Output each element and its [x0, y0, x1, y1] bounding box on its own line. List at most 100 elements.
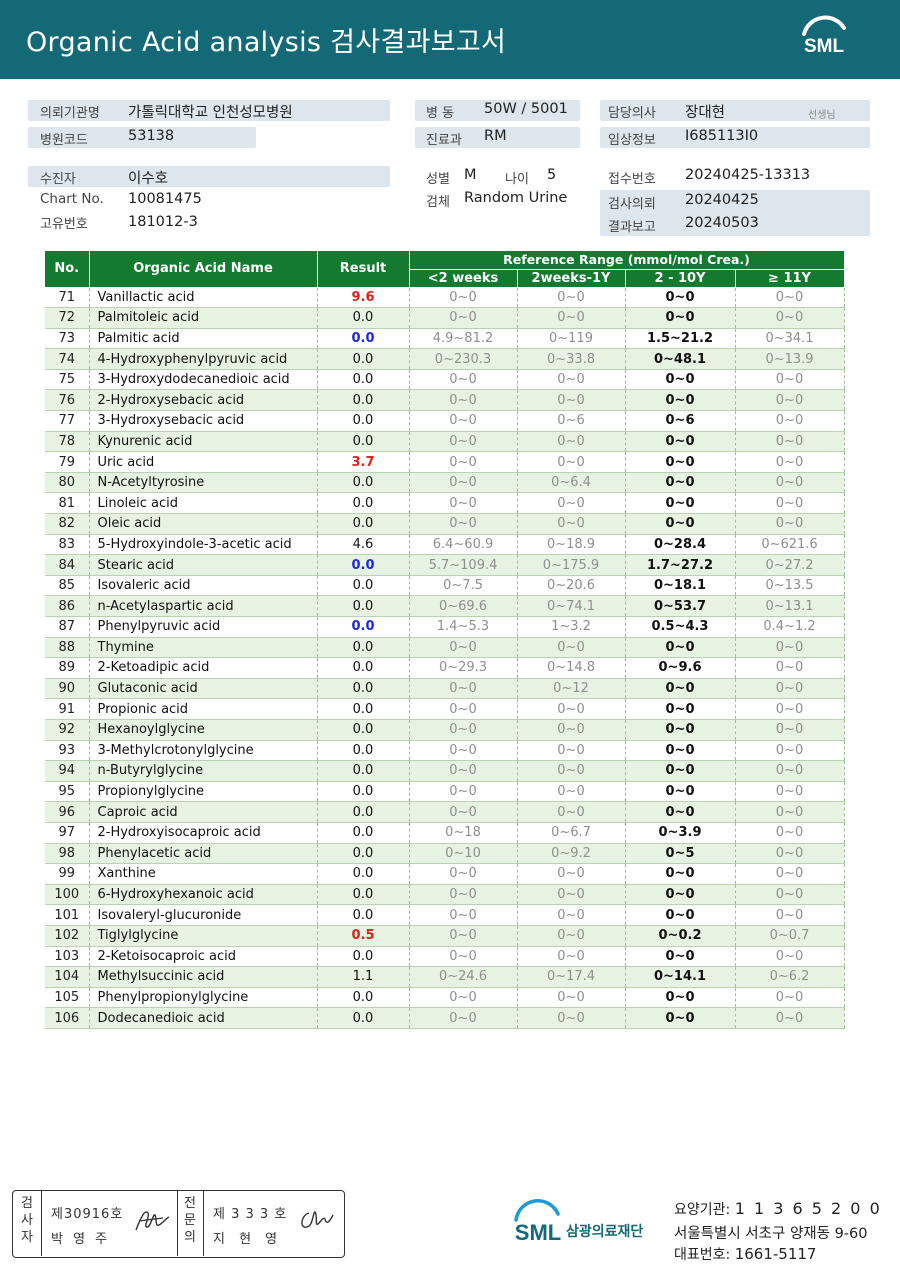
cell-result: 0.0: [317, 554, 410, 576]
cell-range-3: 0~0: [625, 451, 736, 473]
cell-name: Linoleic acid: [89, 492, 318, 515]
cell-range-4: 0~0: [735, 657, 845, 679]
cell-no: 75: [45, 369, 90, 391]
cell-result: 0.0: [317, 801, 410, 823]
cell-range-4: 0~0: [735, 843, 845, 865]
cell-range-3: 0~28.4: [625, 534, 736, 556]
cell-result: 0.0: [317, 369, 410, 391]
cell-no: 103: [45, 946, 90, 968]
cell-range-3: 0~0: [625, 472, 736, 494]
cell-no: 81: [45, 492, 90, 515]
ward-label: 병 동: [426, 106, 455, 121]
cell-result: 0.0: [317, 513, 410, 535]
cell-no: 106: [45, 1007, 90, 1029]
cell-range-1: 0~0: [409, 472, 518, 494]
cell-range-2: 0~6.7: [517, 822, 626, 844]
tester-label: 검사자: [17, 1195, 37, 1246]
cell-name: Isovaleryl-glucuronide: [89, 904, 318, 926]
cell-no: 98: [45, 843, 90, 865]
cell-no: 104: [45, 966, 90, 988]
cell-result: 0.0: [317, 492, 410, 515]
cell-range-2: 0~14.8: [517, 657, 626, 679]
cell-no: 88: [45, 637, 90, 659]
uid-value: 181012-3: [128, 214, 198, 230]
cell-range-1: 0~0: [409, 719, 518, 741]
cell-name: Uric acid: [89, 451, 318, 473]
cell-result: 3.7: [317, 451, 410, 473]
clinical-value: I685113I0: [685, 128, 759, 144]
table-row: 84 Stearic acid 0.0 5.7~109.4 0~175.9 1.7~27.…: [45, 554, 845, 576]
cell-range-4: 0~0: [735, 513, 845, 535]
specialist-name: 지 현 영: [213, 1232, 283, 1247]
cell-no: 74: [45, 348, 90, 370]
cell-range-2: 0~0: [517, 719, 626, 741]
cell-name: 2-Ketoisocaproic acid: [89, 946, 318, 968]
cell-no: 87: [45, 616, 90, 638]
cell-range-3: 0~14.1: [625, 966, 736, 988]
header-name: Organic Acid Name: [89, 251, 318, 288]
cell-range-1: 0~69.6: [409, 595, 518, 617]
cell-no: 94: [45, 760, 90, 782]
cell-no: 84: [45, 554, 90, 576]
cell-result: 0.0: [317, 843, 410, 865]
table-row: 73 Palmitic acid 0.0 4.9~81.2 0~119 1.5~21.2 0…: [45, 328, 845, 350]
cell-name: Dodecanedioic acid: [89, 1007, 318, 1029]
cell-name: N-Acetyltyrosine: [89, 472, 318, 494]
cell-range-2: 0~0: [517, 946, 626, 968]
report-value: 20240503: [685, 215, 759, 231]
cell-name: Tiglylglycine: [89, 925, 318, 947]
table-row: 96 Caproic acid 0.0 0~0 0~0 0~0 0~0: [45, 801, 845, 823]
cell-result: 0.0: [317, 637, 410, 659]
cell-range-1: 0~0: [409, 801, 518, 823]
footer-phone-label: 대표번호:: [674, 1247, 731, 1263]
cell-no: 83: [45, 534, 90, 556]
receipt-value: 20240425-13313: [685, 167, 811, 183]
cell-range-3: 0~0: [625, 637, 736, 659]
results-body: 71 Vanillactic acid 9.6 0~0 0~0 0~0 0~0 72 Palmi…: [45, 287, 845, 1029]
table-row: 77 3-Hydroxysebacic acid 0.0 0~0 0~6 0~6 0~0: [45, 410, 845, 432]
cell-range-3: 0~0: [625, 904, 736, 926]
footer-logo-text: SML: [515, 1220, 561, 1245]
cell-range-4: 0~0: [735, 884, 845, 906]
cell-range-4: 0~0: [735, 451, 845, 473]
ward-value: 50W / 5001: [484, 101, 568, 117]
cell-no: 86: [45, 595, 90, 617]
cell-range-3: 0~18.1: [625, 575, 736, 597]
cell-result: 0.0: [317, 657, 410, 679]
report-title: Organic Acid analysis 검사결과보고서: [26, 27, 507, 58]
cell-no: 82: [45, 513, 90, 535]
cell-range-4: 0~0: [735, 492, 845, 515]
specialist-label: 전문의: [180, 1195, 200, 1246]
cell-name: Xanthine: [89, 863, 318, 885]
cell-range-2: 0~33.8: [517, 348, 626, 370]
cell-range-1: 0~0: [409, 678, 518, 700]
table-row: 81 Linoleic acid 0.0 0~0 0~0 0~0 0~0: [45, 492, 845, 515]
cell-range-4: 0~13.9: [735, 348, 845, 370]
header-range-1: <2 weeks: [409, 269, 518, 288]
cell-range-3: 0~0: [625, 492, 736, 515]
cell-range-2: 0~0: [517, 431, 626, 453]
cell-result: 0.0: [317, 678, 410, 700]
cell-name: Phenylacetic acid: [89, 843, 318, 865]
cell-range-3: 0~0: [625, 678, 736, 700]
cell-range-1: 0~0: [409, 1007, 518, 1029]
cell-range-3: 0~0: [625, 389, 736, 412]
footer-code: 요양기관: 1 1 3 6 5 2 0 0: [674, 1199, 882, 1219]
cell-range-1: 0~29.3: [409, 657, 518, 679]
cell-result: 0.0: [317, 863, 410, 885]
hospital-code-value: 53138: [128, 128, 175, 144]
institution-value: 가톨릭대학교 인천성모병원: [128, 105, 293, 121]
cell-range-1: 0~0: [409, 513, 518, 535]
cell-range-4: 0~0: [735, 1007, 845, 1029]
cell-result: 0.0: [317, 698, 410, 720]
report-label: 결과보고: [608, 220, 656, 235]
cell-no: 93: [45, 740, 90, 762]
cell-range-1: 0~0: [409, 904, 518, 926]
cell-range-3: 0~0: [625, 698, 736, 720]
cell-name: Thymine: [89, 637, 318, 659]
table-row: 101 Isovaleryl-glucuronide 0.0 0~0 0~0 0~0 0~0: [45, 904, 845, 926]
cell-range-1: 0~0: [409, 389, 518, 412]
divider-3: [203, 1191, 204, 1256]
cell-range-4: 0~0: [735, 863, 845, 885]
cell-name: 3-Hydroxydodecanedioic acid: [89, 369, 318, 391]
